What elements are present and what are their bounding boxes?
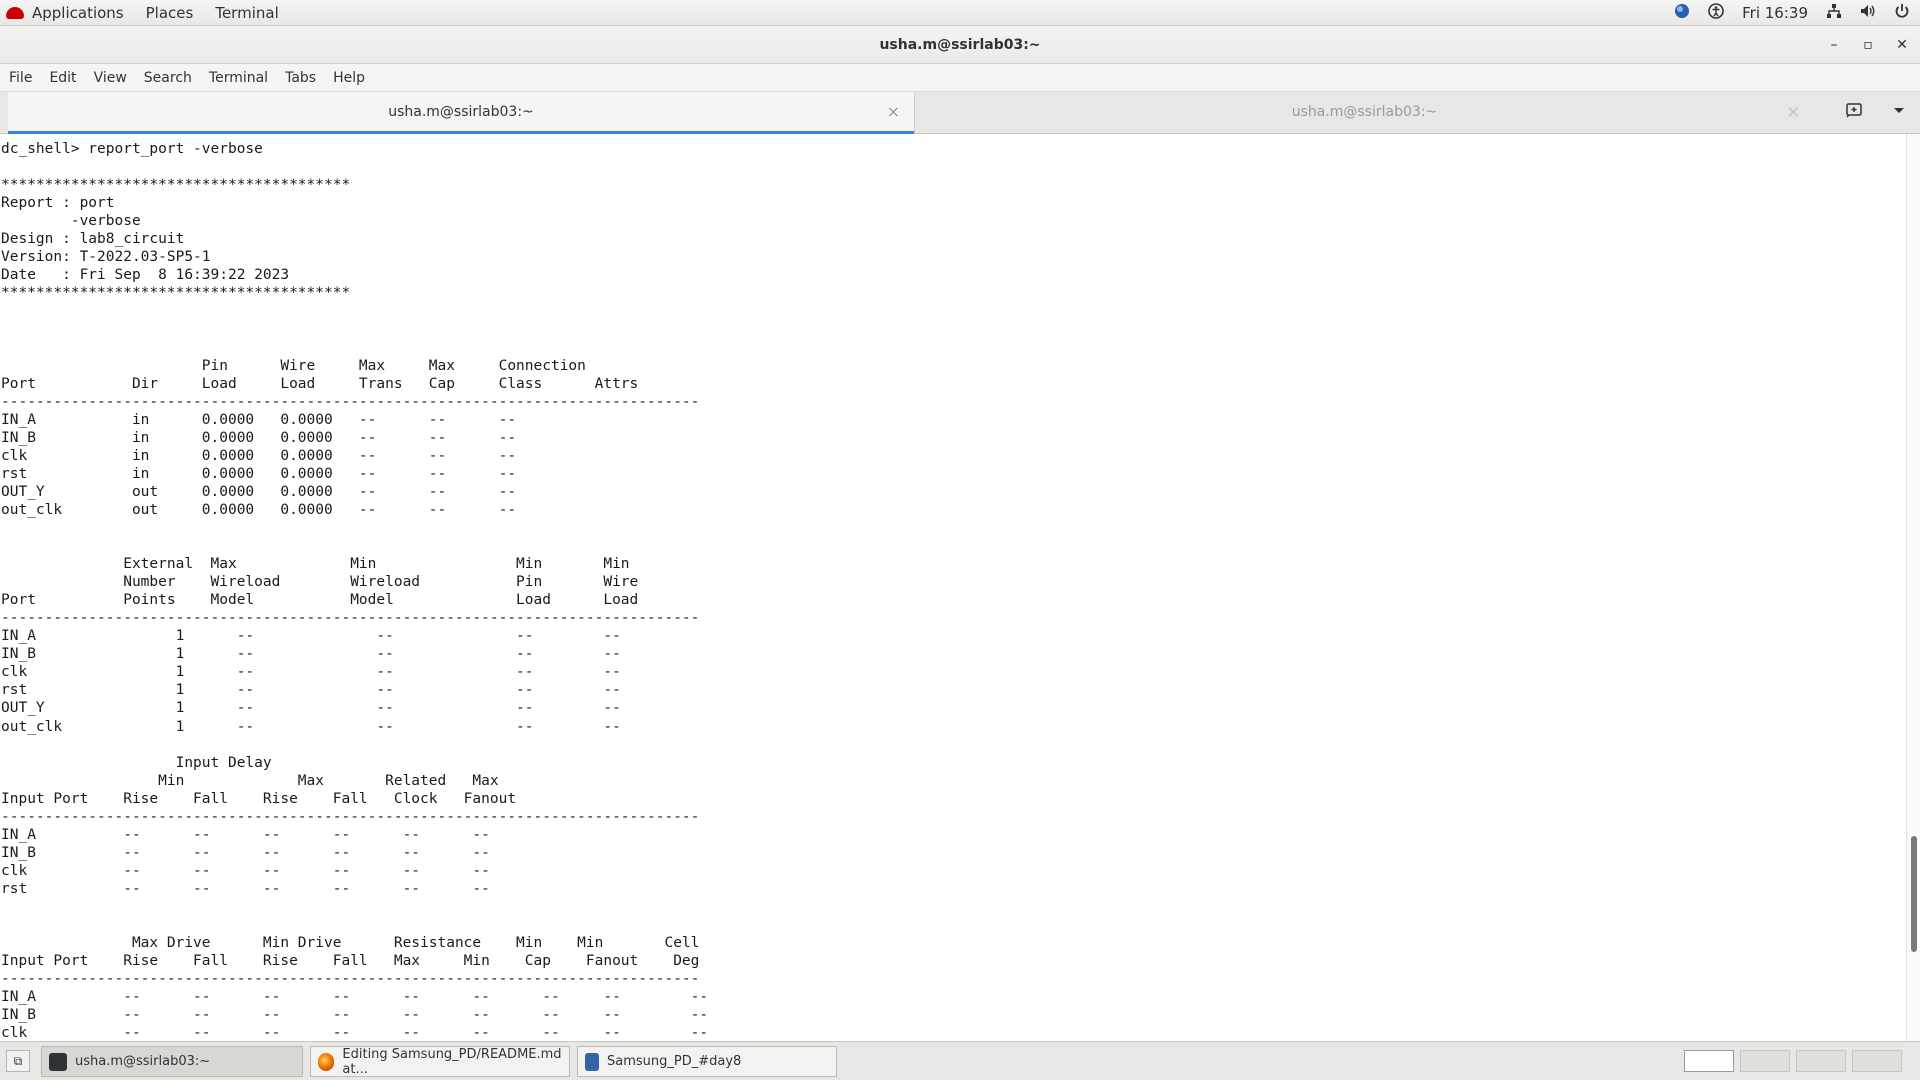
terminal-icon	[49, 1052, 67, 1071]
tab-close-icon[interactable]: ×	[1787, 102, 1800, 121]
menu-tabs[interactable]: Tabs	[285, 70, 316, 86]
tab-bar: usha.m@ssirlab03:~ × usha.m@ssirlab03:~ …	[0, 92, 1920, 134]
places-label: Places	[145, 4, 194, 22]
workspace-3[interactable]	[1796, 1050, 1846, 1072]
menu-edit[interactable]: Edit	[49, 70, 76, 86]
task-document[interactable]: Samsung_PD_#day8	[577, 1046, 837, 1077]
show-desktop-button[interactable]: ⧉	[6, 1050, 30, 1072]
document-icon	[585, 1052, 599, 1071]
close-button[interactable]: ✕	[1894, 37, 1910, 53]
gnome-top-bar: Applications Places Terminal Fri 16:39	[0, 0, 1920, 26]
minimize-button[interactable]: –	[1826, 37, 1842, 53]
terminal-output[interactable]: dc_shell> report_port -verbose *********…	[0, 134, 1906, 1041]
applications-menu[interactable]: Applications	[6, 4, 124, 22]
scrollbar-thumb[interactable]	[1911, 836, 1917, 952]
window-title: usha.m@ssirlab03:~	[879, 37, 1041, 53]
menu-search[interactable]: Search	[144, 70, 192, 86]
task-terminal[interactable]: usha.m@ssirlab03:~	[41, 1046, 303, 1077]
new-tab-icon[interactable]	[1846, 102, 1864, 122]
tab-menu-chevron-down-icon[interactable]	[1893, 104, 1905, 118]
workspace-4[interactable]	[1852, 1050, 1902, 1072]
maximize-button[interactable]: ▫	[1860, 37, 1876, 53]
tab-label: usha.m@ssirlab03:~	[388, 104, 534, 120]
terminal-app-label: Terminal	[215, 4, 279, 22]
clock[interactable]: Fri 16:39	[1742, 4, 1808, 22]
tab-terminal-2[interactable]: usha.m@ssirlab03:~ ×	[914, 92, 1814, 134]
tab-terminal-1[interactable]: usha.m@ssirlab03:~ ×	[8, 92, 914, 134]
terminal-app-menu[interactable]: Terminal	[215, 4, 278, 22]
task-firefox[interactable]: Editing Samsung_PD/README.md at...	[310, 1046, 570, 1077]
terminal-scrollbar[interactable]	[1906, 134, 1920, 1041]
globe-icon[interactable]	[1674, 3, 1690, 23]
window-title-bar[interactable]: usha.m@ssirlab03:~ – ▫ ✕	[0, 26, 1920, 64]
firefox-icon	[318, 1052, 335, 1071]
terminal-text: dc_shell> report_port -verbose *********…	[1, 141, 709, 1041]
task-label: usha.m@ssirlab03:~	[75, 1054, 211, 1069]
tab-close-icon[interactable]: ×	[887, 102, 900, 121]
tab-label: usha.m@ssirlab03:~	[1291, 104, 1438, 120]
redhat-logo-icon	[6, 7, 24, 19]
menu-file[interactable]: File	[9, 70, 32, 86]
network-icon[interactable]	[1826, 3, 1842, 23]
applications-label: Applications	[32, 4, 124, 22]
menu-view[interactable]: View	[94, 70, 127, 86]
task-label: Editing Samsung_PD/README.md at...	[342, 1046, 562, 1077]
places-menu[interactable]: Places	[146, 4, 194, 22]
power-icon[interactable]	[1894, 3, 1910, 23]
menu-terminal[interactable]: Terminal	[209, 70, 268, 86]
accessibility-icon[interactable]	[1708, 3, 1724, 23]
volume-icon[interactable]	[1860, 3, 1876, 23]
workspace-1[interactable]	[1684, 1050, 1734, 1072]
task-label: Samsung_PD_#day8	[607, 1054, 742, 1069]
menu-bar: File Edit View Search Terminal Tabs Help	[0, 64, 1920, 92]
workspace-2[interactable]	[1740, 1050, 1790, 1072]
menu-help[interactable]: Help	[333, 70, 365, 86]
taskbar: ⧉ usha.m@ssirlab03:~ Editing Samsung_PD/…	[0, 1041, 1920, 1080]
